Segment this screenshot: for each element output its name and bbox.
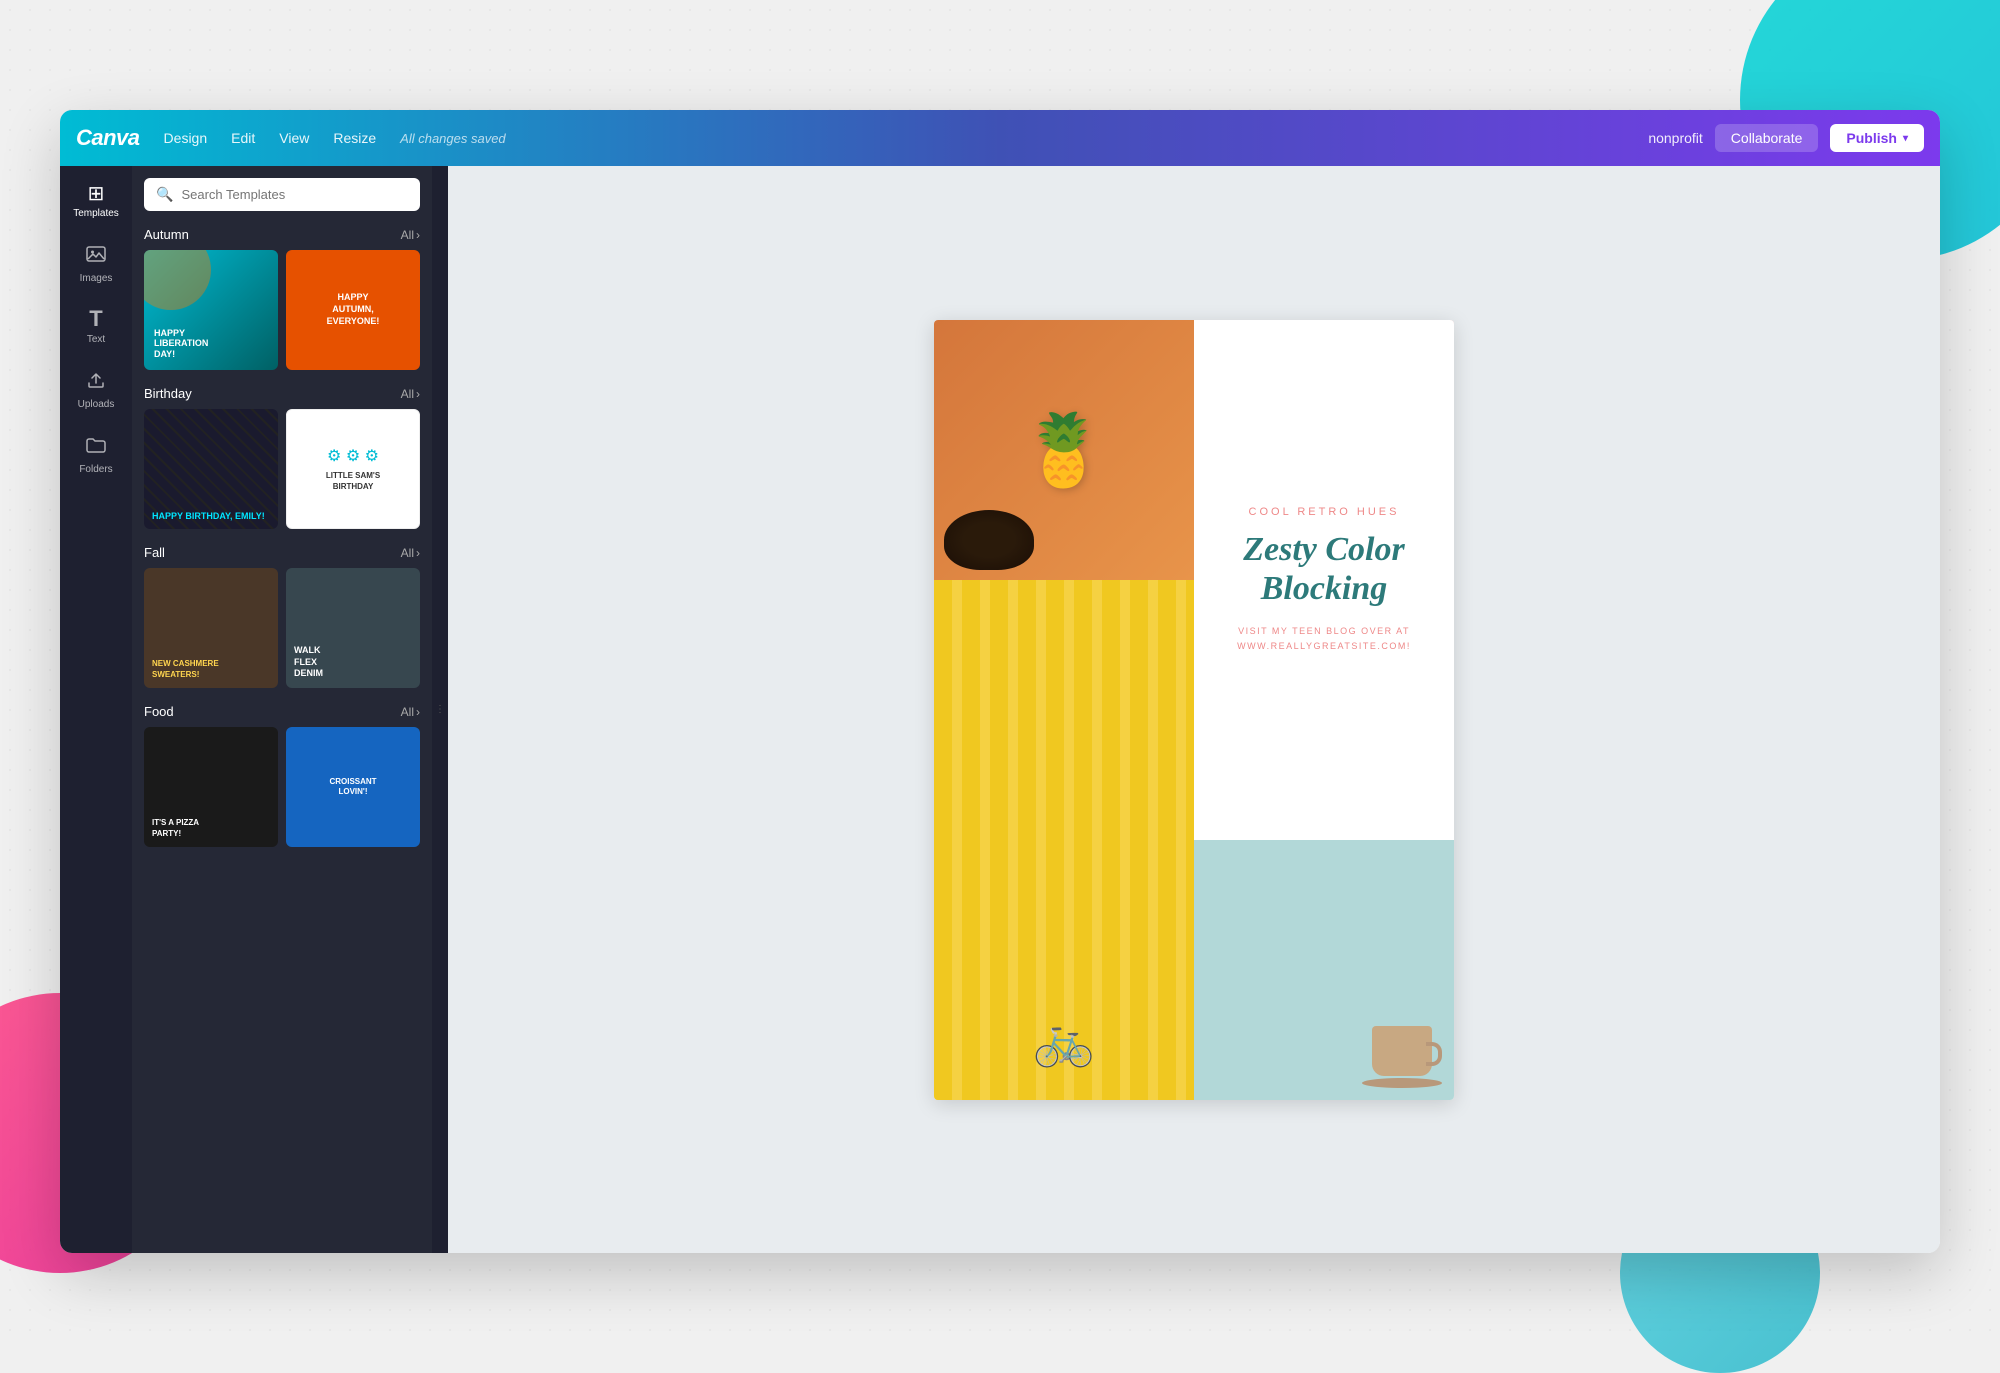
app-logo: Canva <box>76 125 140 151</box>
uploads-icon <box>85 369 107 395</box>
search-bar: 🔍 <box>144 178 420 211</box>
design-canvas: 🍍 COOL RETRO HUES Zesty Color Blo <box>934 320 1454 1100</box>
publish-button[interactable]: Publish ▾ <box>1830 124 1924 152</box>
canvas-text-overlay: COOL RETRO HUES Zesty Color Blocking VIS… <box>1194 320 1454 840</box>
sidebar-item-folders[interactable]: Folders <box>65 424 127 485</box>
template-grid-autumn: HAPPY LIBERATION DAY! HAPPY AUTUMN, EVER… <box>144 250 420 370</box>
canvas-cell-teal <box>1194 840 1454 1100</box>
sidebar-item-text[interactable]: T Text <box>65 298 127 355</box>
category-header-food: Food All › <box>144 704 420 719</box>
menu-resize[interactable]: Resize <box>333 130 376 146</box>
template-card[interactable]: ⚙ ⚙ ⚙ LITTLE SAM'S BIRTHDAY <box>286 409 420 529</box>
category-title-birthday: Birthday <box>144 386 192 401</box>
template-grid-birthday: HAPPY BIRTHDAY, EMILY! ⚙ ⚙ ⚙ LITTLE SAM'… <box>144 409 420 529</box>
menu-design[interactable]: Design <box>164 130 208 146</box>
pineapple-icon: 🍍 <box>1020 415 1107 485</box>
canvas-cell-pineapple: 🍍 <box>934 320 1194 580</box>
collaborate-button[interactable]: Collaborate <box>1715 124 1819 152</box>
category-all-food[interactable]: All › <box>401 705 420 719</box>
category-birthday: Birthday All › HAPPY BIRTHDAY, EMILY! ⚙ … <box>144 386 420 529</box>
template-card[interactable]: NEW CASHMERE SWEATERS! <box>144 568 278 688</box>
category-autumn: Autumn All › HAPPY LIBERATION DAY! <box>144 227 420 370</box>
template-card[interactable]: HAPPY AUTUMN, EVERYONE! <box>286 250 420 370</box>
canvas-area: 🍍 COOL RETRO HUES Zesty Color Blo <box>448 166 1940 1253</box>
category-all-autumn[interactable]: All › <box>401 228 420 242</box>
canvas-cell-yellow: 🚲 <box>934 580 1194 1100</box>
category-all-birthday[interactable]: All › <box>401 387 420 401</box>
category-fall: Fall All › NEW CASHMERE SWEATERS! <box>144 545 420 688</box>
category-title-food: Food <box>144 704 174 719</box>
template-card[interactable]: HAPPY LIBERATION DAY! <box>144 250 278 370</box>
canvas-body: VISIT MY TEEN BLOG OVER AT WWW.REALLYGRE… <box>1237 624 1411 653</box>
nonprofit-label: nonprofit <box>1648 130 1702 146</box>
icon-sidebar: ⊞ Templates Images T Text <box>60 166 132 1253</box>
text-icon: T <box>89 308 102 330</box>
coffee-cup-decoration <box>1362 1008 1442 1088</box>
category-header-fall: Fall All › <box>144 545 420 560</box>
navbar-menu: Design Edit View Resize <box>164 130 377 146</box>
template-card[interactable]: IT'S A PIZZA PARTY! <box>144 727 278 847</box>
navbar-right: nonprofit Collaborate Publish ▾ <box>1648 124 1924 152</box>
navbar: Canva Design Edit View Resize All change… <box>60 110 1940 166</box>
canvas-title: Zesty Color Blocking <box>1218 530 1430 608</box>
category-food: Food All › IT'S A PIZZA PARTY! <box>144 704 420 847</box>
menu-edit[interactable]: Edit <box>231 130 255 146</box>
templates-icon: ⊞ <box>88 184 105 204</box>
sidebar-item-uploads[interactable]: Uploads <box>65 359 127 420</box>
template-grid-food: IT'S A PIZZA PARTY! CROISSANT LOVIN'! <box>144 727 420 847</box>
publish-chevron-icon: ▾ <box>1903 133 1908 144</box>
handle-icon: ⋮ <box>435 705 445 715</box>
sidebar-item-images[interactable]: Images <box>65 233 127 294</box>
bicycle-icon: 🚲 <box>1033 1011 1095 1070</box>
search-input[interactable] <box>181 187 408 202</box>
search-icon: 🔍 <box>156 186 173 203</box>
templates-panel: 🔍 Autumn All › HAPPY LIBERATION <box>132 166 432 1253</box>
template-card[interactable]: HAPPY BIRTHDAY, EMILY! <box>144 409 278 529</box>
template-card[interactable]: WALK FLEX DENIM <box>286 568 420 688</box>
app-window: Canva Design Edit View Resize All change… <box>60 110 1940 1253</box>
canvas-subtitle: COOL RETRO HUES <box>1249 506 1400 518</box>
category-title-fall: Fall <box>144 545 165 560</box>
category-all-fall[interactable]: All › <box>401 546 420 560</box>
category-header-autumn: Autumn All › <box>144 227 420 242</box>
app-body: ⊞ Templates Images T Text <box>60 166 1940 1253</box>
panel-collapse-handle[interactable]: ⋮ <box>432 166 448 1253</box>
sidebar-item-templates[interactable]: ⊞ Templates <box>65 174 127 229</box>
images-icon <box>85 243 107 269</box>
template-card[interactable]: CROISSANT LOVIN'! <box>286 727 420 847</box>
menu-view[interactable]: View <box>279 130 309 146</box>
save-status: All changes saved <box>400 131 506 146</box>
category-header-birthday: Birthday All › <box>144 386 420 401</box>
guinea-pig-decoration <box>944 510 1034 570</box>
template-grid-fall: NEW CASHMERE SWEATERS! WALK FLEX DENIM <box>144 568 420 688</box>
category-title-autumn: Autumn <box>144 227 189 242</box>
folders-icon <box>85 434 107 460</box>
